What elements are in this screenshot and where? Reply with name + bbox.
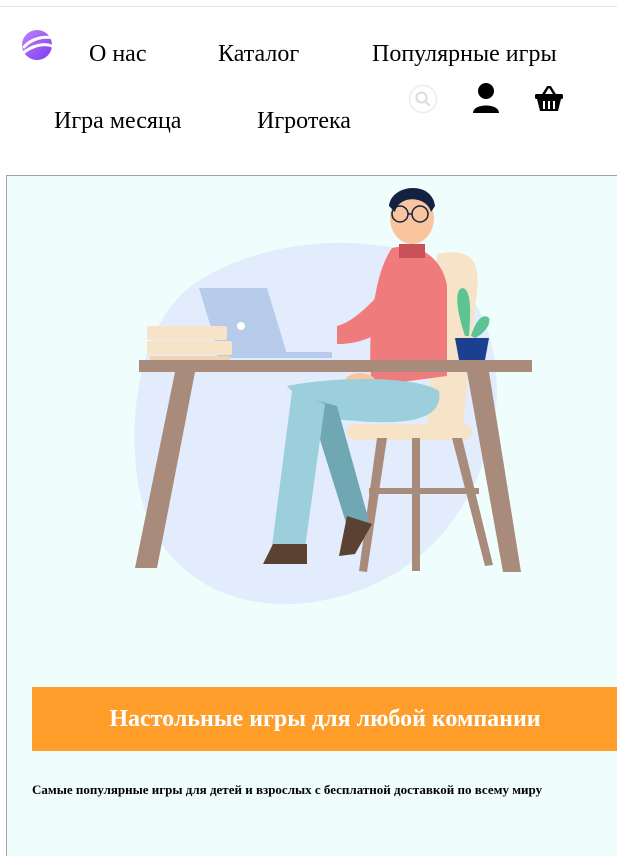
nav-popular-games[interactable]: Популярные игры [372,42,557,66]
planet-logo-icon[interactable] [20,28,54,62]
hero-banner: Настольные игры для любой компании [32,687,617,751]
nav-game-library[interactable]: Игротека [257,109,351,133]
hero-section: Настольные игры для любой компании Самые… [6,175,617,856]
hero-banner-title: Настольные игры для любой компании [109,705,541,732]
top-divider [0,6,617,7]
search-icon[interactable] [408,84,438,114]
nav-game-of-month[interactable]: Игра месяца [54,109,181,133]
nav-about[interactable]: О нас [89,42,146,66]
nav-catalog[interactable]: Каталог [218,42,299,66]
hero-subtitle: Самые популярные игры для детей и взросл… [32,782,543,797]
man-at-laptop-illustration [134,187,532,605]
user-icon[interactable] [472,82,500,114]
basket-icon[interactable] [534,86,564,112]
